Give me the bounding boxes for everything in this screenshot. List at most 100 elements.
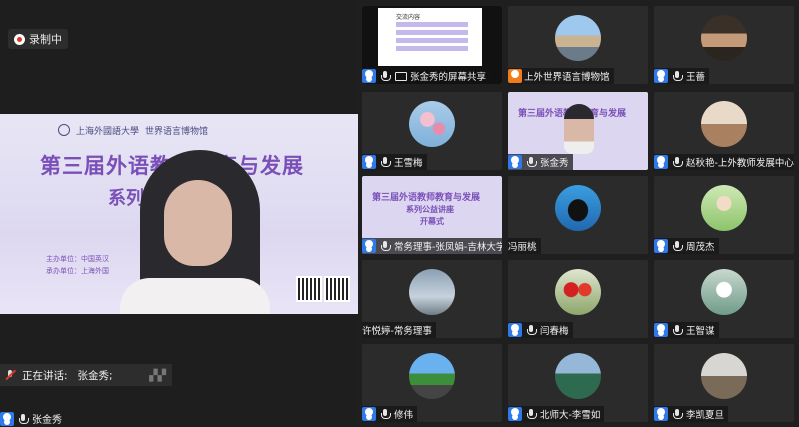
participant-label: 冯丽桃 (508, 238, 541, 254)
participant-tile[interactable]: 赵秋艳-上外教师发展中心 (654, 92, 794, 170)
participant-tile[interactable]: 李凯夏旦 (654, 344, 794, 422)
participant-avatar (701, 269, 747, 315)
mic-icon (670, 155, 684, 169)
participant-name: 王薔 (686, 72, 706, 83)
participant-tile[interactable]: 闫春梅 (508, 260, 648, 338)
slide-logo-right: 世界语言博物馆 (145, 127, 209, 137)
participant-tile[interactable]: 王雪梅 (362, 92, 502, 170)
user-icon (0, 411, 14, 426)
speaker-wave-icon: ▞▞ (149, 368, 166, 382)
user-icon (362, 239, 376, 253)
participant-avatar (409, 101, 455, 147)
main-speaker-video[interactable]: 上海外國語大學 世界语言博物馆 第三届外语教师教育与发展 系列 座 主办单位：中… (0, 114, 358, 314)
participant-tile[interactable]: 交流内容张金秀的屏幕共享 (362, 6, 502, 84)
mic-icon (378, 239, 392, 253)
slide-logo-left: 上海外國語大學 (76, 127, 140, 137)
participant-name: 周茂杰 (686, 242, 715, 253)
mic-icon[interactable] (16, 412, 30, 426)
self-name: 张金秀 (32, 415, 62, 426)
participant-avatar (409, 353, 455, 399)
slide-host: 主办单位：中国英汉 (46, 255, 109, 263)
mic-muted-icon (4, 369, 16, 381)
user-icon (654, 323, 668, 337)
host-icon (508, 69, 522, 83)
speaker-person (120, 150, 270, 314)
user-icon (654, 155, 668, 169)
mic-icon (670, 323, 684, 337)
user-icon (654, 407, 668, 421)
screen-share-icon (394, 69, 408, 83)
participant-tile[interactable]: 周茂杰 (654, 176, 794, 254)
participant-tile[interactable]: 许悦婷-常务理事 (362, 260, 502, 338)
mic-icon (670, 69, 684, 83)
participant-name: 闫春梅 (540, 326, 569, 337)
participant-tile[interactable]: 修伟 (362, 344, 502, 422)
participant-label: 李凯夏旦 (654, 406, 729, 422)
main-speaker-pane: 录制中 上海外國語大學 世界语言博物馆 第三届外语教师教育与发展 系列 座 主办… (0, 0, 358, 427)
mic-icon (524, 407, 538, 421)
participant-avatar (701, 353, 747, 399)
participant-tile[interactable]: 上外世界语言博物馆 (508, 6, 648, 84)
participant-label: 王薔 (654, 68, 710, 84)
participant-name: 张金秀的屏幕共享 (410, 72, 487, 83)
participant-label: 王智谋 (654, 322, 719, 338)
participant-label: 修伟 (362, 406, 418, 422)
participant-name: 常务理事-张凤娟-吉林大学 (394, 242, 502, 253)
slide-organizer: 承办单位：上海外国 (46, 267, 109, 275)
participant-tile[interactable]: 北师大-李雪如 (508, 344, 648, 422)
user-icon (508, 323, 522, 337)
participant-label: 常务理事-张凤娟-吉林大学 (362, 238, 502, 254)
participant-label: 王雪梅 (362, 154, 427, 170)
participant-name: 张金秀 (540, 158, 569, 169)
participant-label: 周茂杰 (654, 238, 719, 254)
shared-doc-row (396, 30, 468, 35)
participant-avatar (701, 15, 747, 61)
participant-tile[interactable]: 王薔 (654, 6, 794, 84)
participant-avatar (555, 185, 601, 231)
participant-avatar (701, 101, 747, 147)
mic-icon (378, 155, 392, 169)
participant-grid: ••• 交流内容张金秀的屏幕共享上外世界语言博物馆王薔王雪梅第三届外语教师教育与… (362, 6, 799, 427)
participant-tile[interactable]: 冯丽桃 (508, 176, 648, 254)
participant-name: 许悦婷-常务理事 (362, 326, 432, 337)
university-seal-icon (58, 124, 70, 136)
slide-logos: 上海外國語大學 世界语言博物馆 (58, 124, 208, 137)
user-icon (362, 155, 376, 169)
mic-icon (524, 323, 538, 337)
shared-doc-row (396, 46, 468, 51)
mini-slide-title: 第三届外语教师教育与发展 (372, 193, 481, 203)
participant-label: 赵秋艳-上外教师发展中心 (654, 154, 794, 170)
shared-doc-row (396, 38, 468, 43)
participant-name: 冯丽桃 (508, 242, 537, 253)
participant-avatar (701, 185, 747, 231)
participant-name: 王智谋 (686, 326, 715, 337)
shared-doc-title: 交流内容 (396, 14, 421, 21)
participant-name: 赵秋艳-上外教师发展中心 (686, 158, 794, 169)
qr-code (324, 276, 350, 302)
mic-icon (670, 239, 684, 253)
qr-code (296, 276, 322, 302)
participant-avatar (555, 15, 601, 61)
speaking-name: 张金秀; (77, 369, 113, 382)
user-icon (654, 239, 668, 253)
participant-avatar (555, 269, 601, 315)
participant-name: 北师大-李雪如 (540, 410, 601, 421)
participant-tile[interactable]: 王智谋 (654, 260, 794, 338)
screen-icon (395, 71, 407, 81)
user-icon (362, 69, 376, 83)
participant-label: 上外世界语言博物馆 (508, 68, 614, 84)
mic-icon (378, 407, 392, 421)
recording-indicator[interactable]: 录制中 (8, 29, 68, 49)
mini-slide-sub2: 开幕式 (420, 216, 444, 226)
participant-label: 张金秀 (508, 154, 573, 170)
participant-label: 许悦婷-常务理事 (362, 322, 436, 338)
participant-label: 张金秀的屏幕共享 (362, 68, 491, 84)
self-name-tag: 张金秀 (0, 410, 62, 427)
participant-tile[interactable]: 第三届外语教师教育与发展 系列公益讲座 开幕式 常务理事-张凤娟-吉林大学 (362, 176, 502, 254)
speaking-label: 正在讲话: (22, 369, 68, 382)
shared-document: 交流内容 (378, 8, 482, 66)
speaking-indicator: 正在讲话: 张金秀; ▞▞ (0, 364, 172, 386)
participant-name: 王雪梅 (394, 158, 423, 169)
participant-tile[interactable]: 第三届外语教师教育与发展张金秀 (508, 92, 648, 170)
participant-name: 李凯夏旦 (686, 410, 725, 421)
